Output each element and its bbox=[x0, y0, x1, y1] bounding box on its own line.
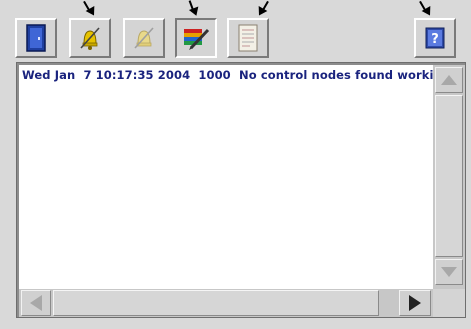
arrow-left-icon bbox=[30, 295, 42, 311]
log-entry: Wed Jan 7 10:17:35 2004 1000 No control … bbox=[22, 68, 433, 82]
scroll-down-button[interactable] bbox=[435, 259, 463, 285]
document-log-icon bbox=[238, 24, 258, 52]
alarm-bell-icon bbox=[80, 27, 100, 50]
help-book-icon: ? bbox=[425, 27, 445, 49]
horizontal-scrollbar[interactable] bbox=[19, 289, 433, 317]
toolbar: ? bbox=[0, 0, 471, 62]
bell-on-button[interactable] bbox=[69, 18, 111, 58]
edit-button[interactable] bbox=[175, 18, 217, 58]
log-text-area[interactable]: Wed Jan 7 10:17:35 2004 1000 No control … bbox=[19, 65, 433, 289]
svg-text:?: ? bbox=[431, 32, 439, 47]
arrow-up-icon bbox=[441, 75, 457, 85]
log-button[interactable] bbox=[227, 18, 269, 58]
log-panel: Wed Jan 7 10:17:35 2004 1000 No control … bbox=[16, 62, 466, 318]
exit-button[interactable] bbox=[15, 18, 57, 58]
scroll-left-button[interactable] bbox=[21, 290, 51, 316]
arrow-right-icon bbox=[409, 295, 421, 311]
help-button[interactable]: ? bbox=[414, 18, 456, 58]
edit-pencil-icon bbox=[184, 28, 210, 50]
alarm-bell-disabled-icon bbox=[134, 27, 154, 49]
scroll-up-button[interactable] bbox=[435, 67, 463, 93]
vertical-scrollbar[interactable] bbox=[433, 65, 465, 289]
scrollbar-corner bbox=[433, 289, 465, 317]
vertical-scroll-thumb[interactable] bbox=[435, 95, 463, 257]
arrow-down-icon bbox=[441, 267, 457, 277]
horizontal-scroll-thumb[interactable] bbox=[53, 290, 379, 316]
door-icon bbox=[26, 24, 46, 52]
scroll-right-button[interactable] bbox=[399, 290, 431, 316]
bell-off-button[interactable] bbox=[123, 18, 165, 58]
